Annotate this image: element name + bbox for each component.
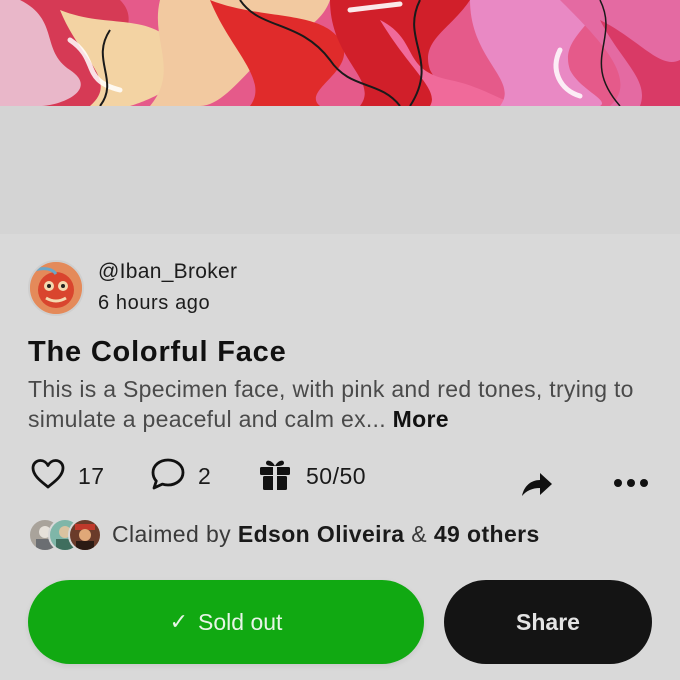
share-arrow-icon <box>518 473 556 504</box>
post-title: The Colorful Face <box>28 336 287 368</box>
ellipsis-icon <box>610 479 652 500</box>
more-options-button[interactable] <box>610 470 652 496</box>
gift-icon <box>258 456 292 497</box>
author-avatar[interactable] <box>28 260 84 316</box>
gift-count: 50/50 <box>306 462 367 489</box>
heart-icon <box>30 458 66 495</box>
sold-out-button[interactable]: ✓ Sold out <box>28 580 424 664</box>
post-description: This is a Specimen face, with pink and r… <box>28 374 648 434</box>
like-button[interactable]: 17 <box>30 458 105 494</box>
sold-out-label: Sold out <box>198 608 283 635</box>
comment-button[interactable]: 2 <box>150 458 211 494</box>
image-placeholder-area <box>0 106 680 234</box>
post-timestamp: 6 hours ago <box>98 292 211 314</box>
claimer-avatars[interactable] <box>28 518 106 554</box>
share-button[interactable]: Share <box>444 580 652 664</box>
more-link[interactable]: More <box>393 406 449 432</box>
speech-bubble-icon <box>150 457 186 496</box>
artwork-image[interactable] <box>0 0 680 106</box>
claimed-prefix: Claimed by <box>112 521 232 547</box>
post-description-text: This is a Specimen face, with pink and r… <box>28 376 634 432</box>
claimer-name[interactable]: Edson Oliveira <box>238 521 405 547</box>
comment-count: 2 <box>198 462 212 489</box>
checkmark-icon: ✓ <box>169 609 189 634</box>
share-icon-button[interactable] <box>518 468 556 500</box>
like-count: 17 <box>78 462 105 489</box>
author-handle[interactable]: @Iban_Broker <box>98 260 237 284</box>
claimed-others[interactable]: 49 others <box>434 521 540 547</box>
claimed-joiner: & <box>411 521 428 547</box>
claimed-by-text: Claimed by Edson Oliveira & 49 others <box>112 521 540 548</box>
gift-button[interactable]: 50/50 <box>258 458 366 494</box>
claimer-avatar <box>68 518 102 552</box>
share-label: Share <box>516 608 580 635</box>
